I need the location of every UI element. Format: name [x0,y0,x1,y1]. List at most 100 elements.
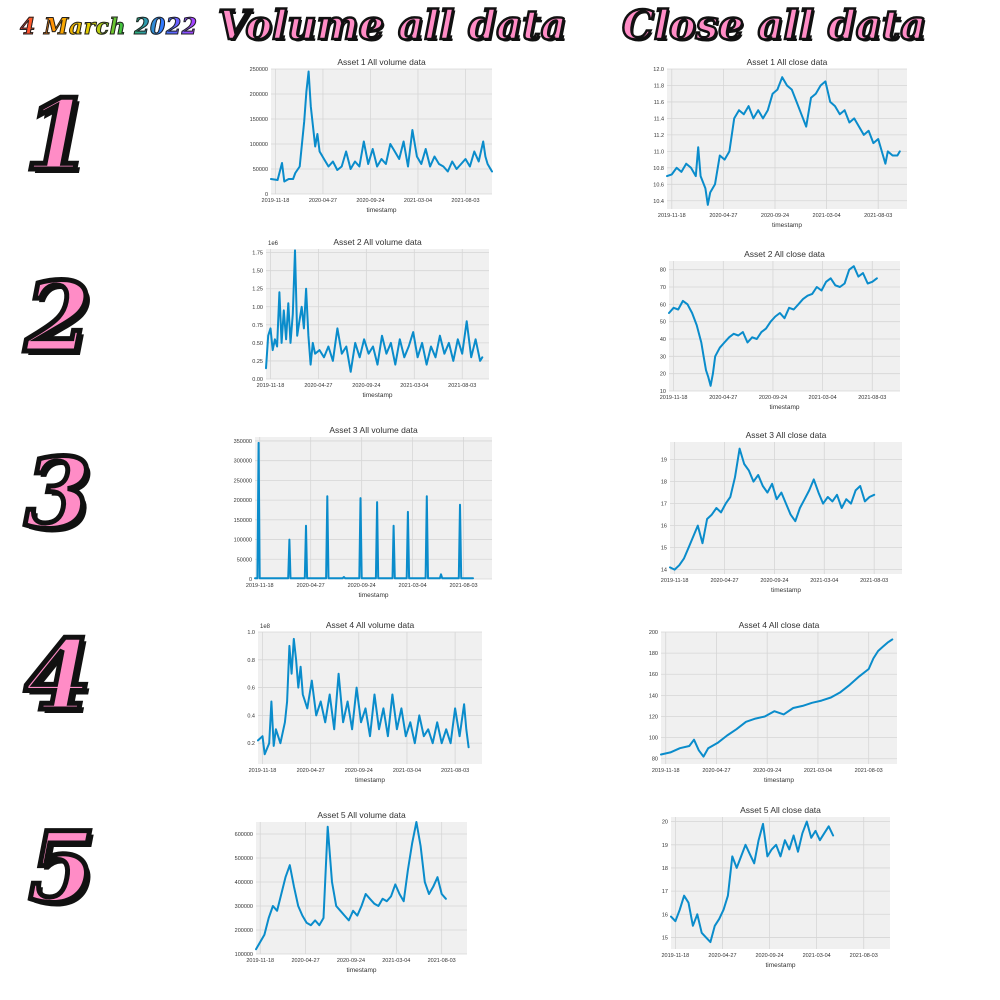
y-tick-label: 350000 [234,439,252,445]
plot-area [258,632,482,764]
chart-svg: Asset 5 All volume data10000020000030000… [235,810,467,974]
x-tick-label: 2020-04-27 [297,768,325,774]
chart-svg: Asset 1 All volume data05000010000015000… [250,57,493,214]
y-tick-label: 0.25 [252,359,263,365]
x-tick-label: 2021-08-03 [441,768,469,774]
x-tick-label: 2019-11-18 [249,768,277,774]
chart-title: Asset 4 All close data [739,620,820,630]
y-tick-label: 70 [660,285,666,291]
y-tick-label: 1.75 [252,251,263,257]
chart-svg: Asset 2 All volume data1e60.000.250.500.… [252,237,489,399]
y-tick-label: 80 [652,757,658,763]
y-tick-label: 11.6 [654,100,664,106]
x-tick-label: 2021-03-04 [804,768,832,774]
chart-title: Asset 3 All close data [746,430,827,440]
x-tick-label: 2020-09-24 [348,583,376,589]
x-tick-label: 2020-09-24 [755,953,783,959]
chart-title: Asset 3 All volume data [329,425,418,435]
chart-title: Asset 1 All close data [747,57,828,67]
volume-heading: Volume all data [217,1,568,51]
x-tick-label: 2020-04-27 [710,578,738,584]
x-tick-label: 2020-04-27 [708,953,736,959]
x-tick-label: 2021-03-04 [810,578,838,584]
chart-svg: Asset 5 All close data 15 16 17 18 19 20 2019-1… [662,805,890,969]
x-axis-label: timestamp [347,967,377,974]
x-tick-label: 2019-11-18 [246,958,274,964]
chart-svg: Asset 3 All volume data05000010000015000… [234,425,492,599]
y-tick-label: 0.6 [247,686,255,692]
x-tick-label: 2020-09-24 [337,958,365,964]
chart-svg: Asset 3 All close data 14 15 16 17 18 19 2019-1… [661,430,902,594]
x-tick-label: 2020-09-24 [345,768,373,774]
x-tick-label: 2020-09-24 [352,383,380,389]
scale-note: 1e6 [268,241,279,247]
y-tick-label: 120 [649,714,658,720]
x-axis-label: timestamp [770,404,800,411]
x-tick-label: 2021-03-04 [813,213,841,219]
x-tick-label: 2021-08-03 [850,953,878,959]
x-axis-label: timestamp [359,592,389,599]
row-number-5: 5 [26,811,98,924]
chart-svg: Asset 4 All volume data 1e8 0.2 0.4 0.6 0.8 1.… [247,620,482,784]
y-tick-label: 50000 [253,167,268,173]
y-tick-label: 150000 [234,518,252,524]
y-tick-label: 16 [661,524,667,530]
y-tick-label: 250000 [250,67,268,73]
y-tick-label: 0.75 [252,323,263,329]
chart-title: Asset 4 All volume data [326,620,415,630]
x-tick-label: 2021-03-04 [399,583,427,589]
plot-area [670,442,902,574]
asset-4-volume-chart: Asset 4 All volume data 1e8 0.2 0.4 0.6 0.8 1.… [228,618,490,790]
asset-1-volume-chart: Asset 1 All volume data 0 50000 100000 15000… [235,55,500,220]
x-tick-label: 2019-11-18 [246,583,274,589]
y-tick-label: 200000 [250,92,268,98]
y-tick-label: 1.00 [252,305,263,311]
chart-title: Asset 2 All close data [744,249,825,259]
y-tick-label: 12.0 [653,67,664,73]
row-number-4: 4 [22,619,94,732]
x-tick-label: 2020-09-24 [760,578,788,584]
x-tick-label: 2021-03-04 [404,198,432,204]
date-heading: 4 March 2022 [19,14,198,41]
y-tick-label: 1.50 [252,269,263,275]
y-tick-label: 200 [649,630,658,636]
asset-2-close-chart: Asset 2 All close data 10 20 30 40 50 60 70 80 20… [643,247,908,417]
row-number-1: 1 [22,79,94,192]
x-tick-label: 2020-04-27 [709,213,737,219]
x-tick-label: 2019-11-18 [662,953,690,959]
x-axis-label: timestamp [355,777,385,784]
x-tick-label: 2021-08-03 [858,395,886,401]
chart-svg: Asset 2 All close data102030405060708020… [660,249,900,411]
y-tick-label: 50 [660,320,666,326]
x-tick-label: 2021-03-04 [803,953,831,959]
row-number-2: 2 [22,261,94,374]
chart-svg: Asset 4 All close data 80 100 120 140 160 180 2… [649,620,897,784]
x-tick-label: 2020-09-24 [759,395,787,401]
x-tick-label: 2021-03-04 [400,383,428,389]
scale-note: 1e8 [260,624,271,630]
y-tick-label: 10.4 [653,199,664,205]
chart-title: Asset 5 All volume data [317,810,406,820]
y-tick-label: 160 [649,672,658,678]
x-tick-label: 2019-11-18 [262,198,290,204]
x-tick-label: 2021-08-03 [428,958,456,964]
y-tick-label: 10.8 [653,166,664,172]
x-tick-label: 2020-04-27 [292,958,320,964]
x-tick-label: 2020-04-27 [297,583,325,589]
y-tick-label: 1.25 [252,287,263,293]
x-axis-label: timestamp [367,207,397,214]
plot-area [256,822,467,954]
x-tick-label: 2020-04-27 [304,383,332,389]
asset-5-close-chart: Asset 5 All close data 15 16 17 18 19 20 2019-1… [643,803,898,975]
chart-title: Asset 2 All volume data [333,237,422,247]
y-tick-label: 0.8 [247,658,255,664]
x-tick-label: 2020-09-24 [761,213,789,219]
asset-4-close-chart: Asset 4 All close data 80 100 120 140 160 180 2… [633,618,905,790]
plot-area [671,817,890,949]
y-tick-label: 20 [662,820,668,826]
y-tick-label: 10.6 [653,182,664,188]
y-tick-label: 11.8 [654,83,664,89]
chart-title: Asset 5 All close data [740,805,821,815]
y-tick-label: 16 [662,912,668,918]
y-tick-label: 30 [660,354,666,360]
